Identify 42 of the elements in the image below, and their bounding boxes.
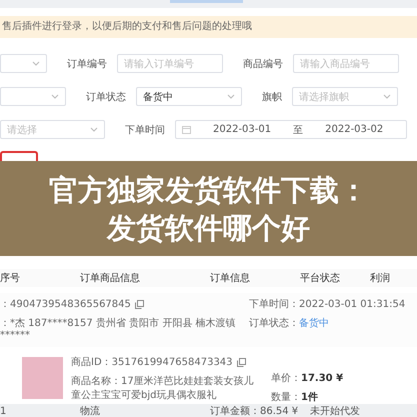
text-input-field[interactable]: 请输入商品编号 — [293, 54, 399, 73]
chevron-down-icon — [227, 94, 235, 99]
column-header: 利润 — [370, 272, 391, 285]
chevron-down-icon — [51, 94, 59, 99]
filter-label: 下单时间 — [125, 124, 165, 136]
product-id: 商品ID：3517619947658473343 — [71, 356, 233, 369]
quantity: 数量：1件 — [271, 390, 319, 404]
copy-icon[interactable] — [236, 358, 246, 366]
select-field[interactable] — [0, 54, 47, 73]
order-time: 下单时间：2022-03-01 01:31:54 — [249, 298, 406, 311]
filter-label: 旗帜 — [262, 90, 282, 104]
column-header: 平台状态 — [300, 272, 341, 285]
order-number: ：4904739548365567845 — [0, 298, 131, 311]
select-field[interactable]: 请选择旗帜 — [292, 87, 398, 106]
select-field[interactable]: 备货中 — [136, 87, 242, 106]
banner-title: 官方独家发货软件下载： — [49, 172, 368, 208]
filter-label: 订单编号 — [67, 58, 107, 70]
select-field[interactable]: 请选择 — [0, 120, 105, 139]
column-header: 订单商品信息 — [80, 272, 141, 285]
order-status: 订单状态：备货中 — [249, 316, 330, 330]
chevron-down-icon — [90, 127, 98, 132]
select-field[interactable] — [0, 87, 66, 106]
photo-placeholder — [22, 357, 63, 399]
filter-label: 商品编号 — [243, 58, 283, 70]
notice-bar: 售后插件进行登录，以便后期的支付和售后问题的处理哦 — [0, 16, 417, 38]
logistics-label: 物流 — [80, 404, 101, 417]
copy-icon[interactable] — [134, 300, 144, 308]
filter-label: 订单状态 — [86, 90, 126, 104]
chevron-down-icon — [383, 94, 391, 99]
chevron-down-icon — [32, 61, 40, 66]
row-index: 1 — [0, 406, 8, 416]
text-input-field[interactable]: 请输入订单编号 — [117, 54, 223, 73]
order-amount: 订单金额：86.54 ¥ — [210, 404, 300, 417]
buyer-address: ：*杰 187****8157 贵州省 贵阳市 开阳县 楠木渡镇 ****** — [0, 316, 236, 341]
product-name: 商品名称：17厘米洋芭比娃娃套装女孩儿童公主宝宝可爱bjd玩具偶衣服礼 — [71, 374, 255, 402]
unit-price: 单价：17.30 ¥ — [271, 372, 344, 385]
column-header: 序号 — [0, 272, 21, 285]
date-range-field[interactable]: 2022-03-01 至 2022-03-02 — [175, 120, 407, 139]
calendar-icon — [182, 125, 191, 134]
column-header: 订单信息 — [210, 272, 251, 285]
banner-title: 发货软件哪个好 — [107, 210, 310, 246]
dispatch-status: 未开始代发 — [310, 404, 361, 417]
